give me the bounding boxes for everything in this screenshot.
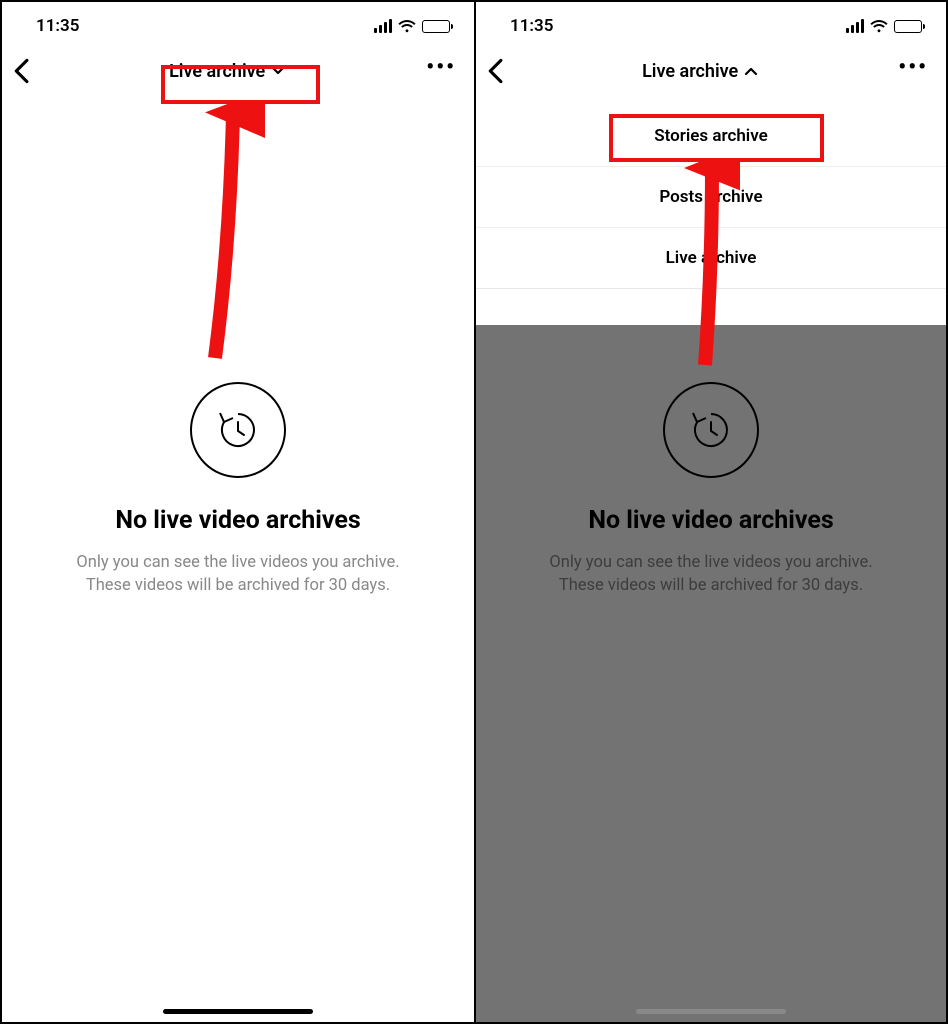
- home-indicator[interactable]: [636, 1009, 786, 1014]
- more-options-button[interactable]: •••: [424, 53, 458, 89]
- archive-title-dropdown[interactable]: Live archive: [632, 57, 768, 86]
- nav-bar: Live archive •••: [476, 46, 946, 102]
- back-button[interactable]: [486, 58, 504, 84]
- empty-state: No live video archives Only you can see …: [2, 102, 474, 1022]
- more-options-button[interactable]: •••: [896, 53, 930, 89]
- back-button[interactable]: [12, 58, 30, 84]
- status-indicators: [374, 19, 450, 33]
- status-bar: 11:35: [476, 2, 946, 46]
- home-indicator[interactable]: [163, 1009, 313, 1014]
- battery-icon: [422, 20, 450, 33]
- cellular-signal-icon: [374, 19, 392, 33]
- empty-subtext: Only you can see the live videos you arc…: [46, 551, 429, 597]
- wifi-icon: [870, 20, 888, 33]
- dropdown-item-live[interactable]: Live archive: [476, 227, 946, 288]
- screenshot-pair: 11:35 Live archive •••: [0, 0, 948, 1024]
- archive-title-label: Live archive: [642, 61, 738, 82]
- chevron-up-icon: [744, 66, 758, 76]
- empty-heading: No live video archives: [115, 506, 360, 535]
- annotation-highlight-box: [609, 114, 824, 162]
- phone-screen-left: 11:35 Live archive •••: [2, 2, 474, 1022]
- wifi-icon: [398, 20, 416, 33]
- annotation-highlight-box: [161, 65, 320, 104]
- cellular-signal-icon: [846, 19, 864, 33]
- dropdown-item-posts[interactable]: Posts archive: [476, 166, 946, 227]
- modal-overlay[interactable]: [476, 325, 946, 1022]
- battery-icon: [894, 20, 922, 33]
- archive-clock-icon: [190, 382, 286, 478]
- status-indicators: [846, 19, 922, 33]
- status-bar: 11:35: [2, 2, 474, 46]
- status-time: 11:35: [510, 16, 553, 36]
- status-time: 11:35: [36, 16, 79, 36]
